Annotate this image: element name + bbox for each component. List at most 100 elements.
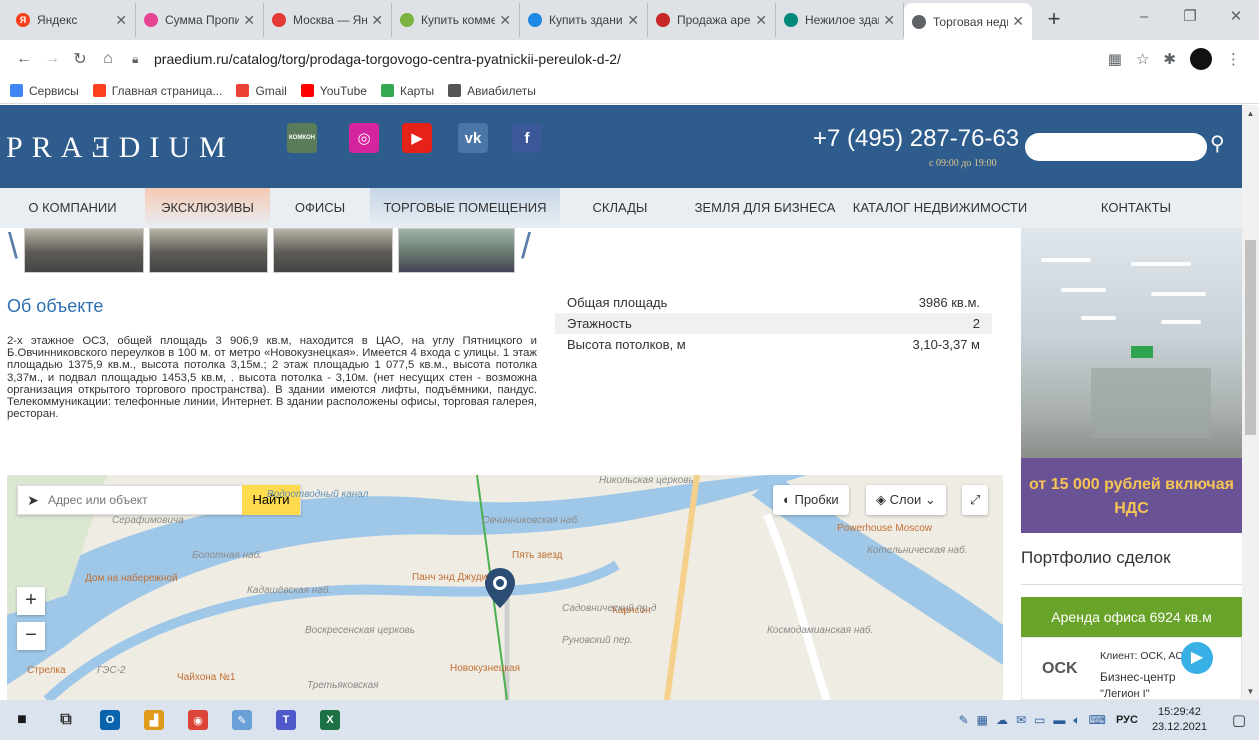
task-view-icon[interactable]: ⧉ (44, 700, 88, 740)
profile-avatar[interactable] (1190, 48, 1212, 70)
page-scrollbar[interactable]: ▲ ▼ (1242, 105, 1259, 700)
scroll-thumb[interactable] (1245, 240, 1256, 435)
language-indicator[interactable]: РУС (1116, 714, 1138, 726)
chrome-icon[interactable]: ◉ (176, 700, 220, 740)
paint-icon[interactable]: ✎ (220, 700, 264, 740)
close-tab-icon[interactable]: ✕ (115, 12, 127, 29)
vk-icon[interactable]: vk (458, 123, 488, 153)
bookmark-star-icon[interactable]: ☆ (1136, 50, 1149, 68)
close-tab-icon[interactable]: ✕ (755, 12, 767, 29)
clock[interactable]: 15:29:42 23.12.2021 (1152, 705, 1207, 735)
map-label[interactable]: Руновский пер. (562, 635, 633, 646)
excel-icon[interactable]: X (308, 700, 352, 740)
map[interactable]: ➤ Найти ◐ Пробки ◈ Слои ⌄ ⤢ + − Дом на н… (7, 475, 1003, 700)
zoom-in-button[interactable]: + (17, 587, 45, 615)
fullscreen-button[interactable]: ⤢ (962, 485, 989, 515)
menu-item[interactable]: ТОРГОВЫЕ ПОМЕЩЕНИЯ (370, 188, 560, 228)
map-label[interactable]: Водоотводный канал (267, 489, 368, 500)
map-label[interactable]: Дом на набережной (85, 573, 178, 584)
map-label[interactable]: Никольская церковь (599, 475, 694, 486)
battery-icon[interactable]: ▬ (1053, 713, 1065, 727)
minimize-button[interactable]: – (1121, 0, 1167, 34)
site-logo[interactable]: PRAƎDIUM (6, 131, 235, 165)
map-label[interactable]: Панч энд Джуди (412, 572, 487, 583)
map-label[interactable]: Садовнический пр-д (562, 603, 656, 614)
windows-start-icon[interactable]: ■ (0, 700, 44, 740)
bookmark-item[interactable]: YouTube (300, 84, 367, 98)
map-label[interactable]: Серафимовича (112, 515, 184, 526)
menu-item[interactable]: ОФИСЫ (270, 188, 370, 228)
menu-item[interactable]: КОНТАКТЫ (1030, 188, 1242, 228)
menu-item[interactable]: ЗЕМЛЯ ДЛЯ БИЗНЕСА (680, 188, 850, 228)
traffic-button[interactable]: ◐ Пробки (773, 485, 849, 515)
phone-number[interactable]: +7 (495) 287-76-63 (813, 125, 1019, 153)
chat-button[interactable]: ▶ (1181, 642, 1213, 674)
browser-tab[interactable]: Торговая недвижимость ✕ (904, 3, 1032, 40)
layers-button[interactable]: ◈ Слои ⌄ (866, 485, 946, 515)
monitor-icon[interactable]: ▭ (1034, 713, 1045, 727)
menu-dots-icon[interactable]: ⋮ (1226, 50, 1241, 68)
teams-icon[interactable]: T (264, 700, 308, 740)
site-search-input[interactable] (1025, 133, 1207, 161)
location-pin-icon[interactable] (485, 568, 515, 608)
promo-banner[interactable]: от 15 000 рублей включая НДС (1021, 228, 1242, 533)
reload-button[interactable]: ↻ (66, 49, 94, 69)
home-button[interactable]: ⌂ (94, 50, 122, 68)
browser-tab[interactable]: Продажа арендного ✕ (648, 3, 776, 37)
menu-item[interactable]: ЭКСКЛЮЗИВЫ (145, 188, 270, 228)
close-tab-icon[interactable]: ✕ (883, 12, 895, 29)
map-label[interactable]: Стрелка (27, 665, 66, 676)
gallery-next-arrow[interactable]: / (521, 225, 531, 267)
map-label[interactable]: Овчинниковская наб. (482, 515, 580, 526)
new-tab-button[interactable]: + (1040, 6, 1068, 34)
youtube-icon[interactable]: ▶ (402, 123, 432, 153)
gallery-photo[interactable] (149, 228, 268, 273)
menu-item[interactable]: О КОМПАНИИ (0, 188, 145, 228)
qr-code-icon[interactable]: ▦ (1108, 50, 1122, 68)
close-tab-icon[interactable]: ✕ (243, 12, 255, 29)
bookmark-item[interactable]: Карты (380, 84, 434, 98)
browser-tab[interactable]: Нежилое здание ✕ (776, 3, 904, 37)
locate-arrow-icon[interactable]: ➤ (18, 492, 48, 509)
map-label[interactable]: Пять звезд (512, 550, 563, 561)
map-label[interactable]: Воскресенская церковь (305, 625, 415, 636)
outlook-icon[interactable]: O (88, 700, 132, 740)
address-bar[interactable]: 🔒︎ praedium.ru/catalog/torg/prodaga-torg… (132, 44, 1098, 74)
close-window-button[interactable]: ✕ (1213, 0, 1259, 34)
gallery-photo[interactable] (398, 228, 515, 273)
bookmark-item[interactable]: Сервисы (10, 84, 79, 98)
notifications-icon[interactable]: ▢ (1219, 711, 1259, 729)
forward-button[interactable]: → (38, 50, 66, 68)
pen-icon[interactable]: ✎ (959, 713, 969, 727)
map-search-input[interactable] (48, 486, 242, 514)
browser-tab[interactable]: Сумма Прописью✕ (136, 3, 264, 37)
map-label[interactable]: Космодамианская наб. (767, 625, 873, 636)
onedrive-icon[interactable]: ☁ (996, 713, 1008, 727)
komkon-icon[interactable]: КОМКОН (287, 123, 317, 153)
close-tab-icon[interactable]: ✕ (499, 12, 511, 29)
map-label[interactable]: Новокузнецкая (450, 663, 520, 674)
bookmark-item[interactable]: Авиабилеты (448, 84, 536, 98)
bookmark-item[interactable]: Gmail (236, 84, 287, 98)
close-tab-icon[interactable]: ✕ (1012, 13, 1024, 30)
browser-tab[interactable]: Купить здание ✕ (520, 3, 648, 37)
browser-tab[interactable]: Я Яндекс ✕ (8, 3, 136, 37)
instagram-icon[interactable]: ◎ (349, 123, 379, 153)
map-label[interactable]: Котельническая наб. (867, 545, 967, 556)
search-icon[interactable]: ⚲ (1210, 131, 1225, 156)
map-label[interactable]: Powerhouse Moscow (837, 523, 932, 534)
map-label[interactable]: Чайхона №1 (177, 672, 235, 683)
deal-title[interactable]: Аренда офиса 6924 кв.м (1021, 597, 1242, 637)
outlook-tray-icon[interactable]: ✉ (1016, 713, 1026, 727)
zoom-out-button[interactable]: − (17, 622, 45, 650)
gallery-photo[interactable] (24, 228, 144, 273)
restore-button[interactable]: ❐ (1167, 0, 1213, 34)
browser-tab[interactable]: Купить коммерческую✕ (392, 3, 520, 37)
facebook-icon[interactable]: f (512, 123, 542, 153)
close-tab-icon[interactable]: ✕ (627, 12, 639, 29)
scroll-down-arrow[interactable]: ▼ (1242, 687, 1259, 696)
bookmark-item[interactable]: Главная страница... (92, 84, 222, 98)
gallery-photo[interactable] (273, 228, 393, 273)
map-label[interactable]: Кадашёвская наб. (247, 585, 331, 596)
scroll-up-arrow[interactable]: ▲ (1242, 109, 1259, 118)
